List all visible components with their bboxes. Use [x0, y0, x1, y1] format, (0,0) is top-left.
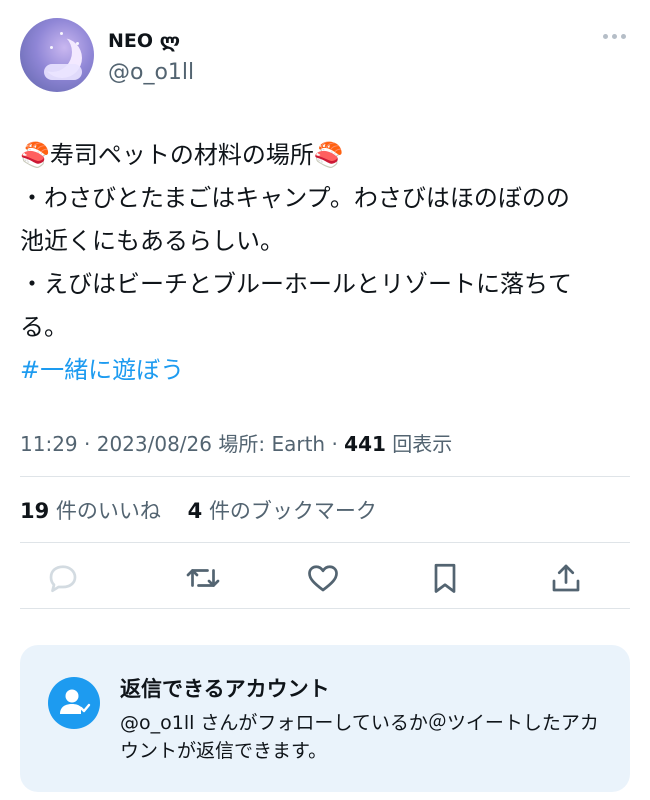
tweet-time: 11:29	[20, 432, 78, 456]
cloud-decoration	[44, 64, 82, 80]
view-count: 441	[344, 432, 386, 456]
bookmark-icon	[434, 563, 456, 593]
bookmark-button[interactable]	[427, 560, 463, 596]
action-bar	[40, 560, 610, 600]
view-label: 回表示	[392, 432, 453, 456]
more-options-icon[interactable]	[603, 34, 626, 39]
reply-card-title: 返信できるアカウント	[120, 677, 330, 701]
avatar[interactable]	[20, 18, 94, 92]
engagement-stats: 19 件のいいね 4 件のブックマーク	[20, 495, 377, 525]
tweet-meta: 11:29 · 2023/08/26 場所: Earth · 441 回表示	[20, 432, 453, 456]
like-button[interactable]	[305, 560, 341, 596]
tweet-line: ・わさびとたまごはキャンプ。わさびはほのぼのの	[20, 184, 570, 212]
reply-restriction-card: 返信できるアカウント @o_o1ll さんがフォローしているか＠ツイートしたアカ…	[20, 645, 630, 792]
tweet-line: 🍣寿司ペットの材料の場所🍣	[20, 141, 344, 169]
likes-count: 19	[20, 499, 50, 523]
tweet-location: 場所: Earth	[218, 432, 326, 456]
person-check-icon	[48, 677, 100, 729]
display-name[interactable]: NEO ლ	[108, 30, 180, 52]
share-button[interactable]	[548, 560, 584, 596]
star-decoration	[76, 42, 79, 45]
user-handle[interactable]: @o_o1ll	[108, 60, 194, 85]
tweet-text: 🍣寿司ペットの材料の場所🍣 ・わさびとたまごはキャンプ。わさびはほのぼのの 池近…	[20, 134, 635, 392]
likes-stat[interactable]: 19 件のいいね	[20, 499, 161, 523]
divider	[20, 608, 630, 609]
tweet-line: る。	[20, 313, 68, 341]
reply-icon	[49, 565, 77, 593]
bookmarks-count: 4	[187, 499, 203, 523]
divider	[20, 476, 630, 477]
hashtag-link[interactable]: #一緒に遊ぼう	[20, 356, 184, 384]
bookmarks-label: 件のブックマーク	[208, 499, 377, 523]
retweet-button[interactable]	[185, 560, 221, 596]
bookmarks-stat[interactable]: 4 件のブックマーク	[188, 499, 377, 523]
reply-button[interactable]	[45, 560, 81, 596]
divider	[20, 542, 630, 543]
tweet-line: 池近くにもあるらしい。	[20, 227, 284, 255]
like-icon	[308, 565, 338, 592]
tweet-date: 2023/08/26	[96, 432, 212, 456]
reply-card-body: @o_o1ll さんがフォローしているか＠ツイートしたアカウントが返信できます。	[120, 712, 599, 762]
likes-label: 件のいいね	[55, 499, 161, 523]
share-icon	[552, 564, 580, 592]
retweet-icon	[186, 569, 220, 587]
tweet-line: ・えびはビーチとブルーホールとリゾートに落ちて	[20, 270, 572, 298]
